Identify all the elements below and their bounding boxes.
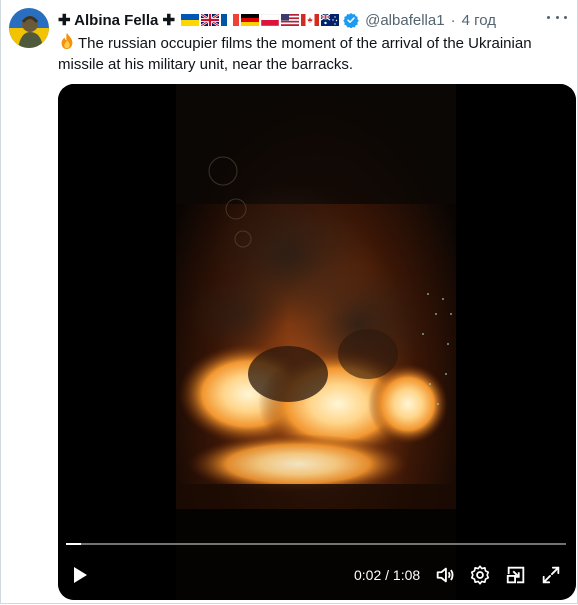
volume-icon[interactable]: [434, 564, 456, 586]
progress-bar[interactable]: [66, 543, 566, 545]
current-time: 0:02: [354, 567, 382, 583]
video-time: 0:02 / 1:08: [354, 567, 420, 583]
more-options-icon[interactable]: [547, 10, 567, 24]
tweet-text: The russian occupier films the moment of…: [58, 32, 563, 75]
tweet-body: The russian occupier films the moment of…: [58, 35, 532, 73]
display-name[interactable]: ✚ Albina Fella ✚: [58, 11, 175, 29]
de-flag-icon: [241, 14, 260, 26]
video-player[interactable]: 0:02 / 1:08: [58, 84, 576, 600]
video-frame: [58, 84, 576, 600]
tweet-header: ✚ Albina Fella ✚ @albafella1 · 4 год: [58, 10, 565, 30]
video-controls: 0:02 / 1:08: [58, 540, 576, 600]
fr-flag-icon: [221, 14, 240, 26]
avatar[interactable]: [9, 8, 49, 48]
progress-fill: [66, 543, 81, 545]
flags: [181, 14, 340, 26]
pip-icon[interactable]: [505, 564, 527, 586]
us-flag-icon: [281, 14, 300, 26]
fullscreen-icon[interactable]: [540, 564, 562, 586]
user-handle[interactable]: @albafella1: [365, 12, 444, 29]
duration: 1:08: [392, 567, 421, 583]
tweet-card[interactable]: ✚ Albina Fella ✚ @albafella1 · 4 год The…: [0, 0, 578, 604]
fire-emoji-icon: [61, 32, 73, 50]
play-icon[interactable]: [70, 565, 90, 585]
ca-flag-icon: [301, 14, 320, 26]
verified-badge-icon: [343, 13, 359, 28]
ua-flag-icon: [181, 14, 200, 26]
timestamp[interactable]: 4 год: [462, 12, 496, 29]
separator-dot: ·: [450, 11, 456, 29]
settings-icon[interactable]: [469, 564, 491, 586]
time-separator: /: [385, 567, 390, 583]
pl-flag-icon: [261, 14, 280, 26]
au-flag-icon: [321, 14, 340, 26]
uk-flag-icon: [201, 14, 220, 26]
